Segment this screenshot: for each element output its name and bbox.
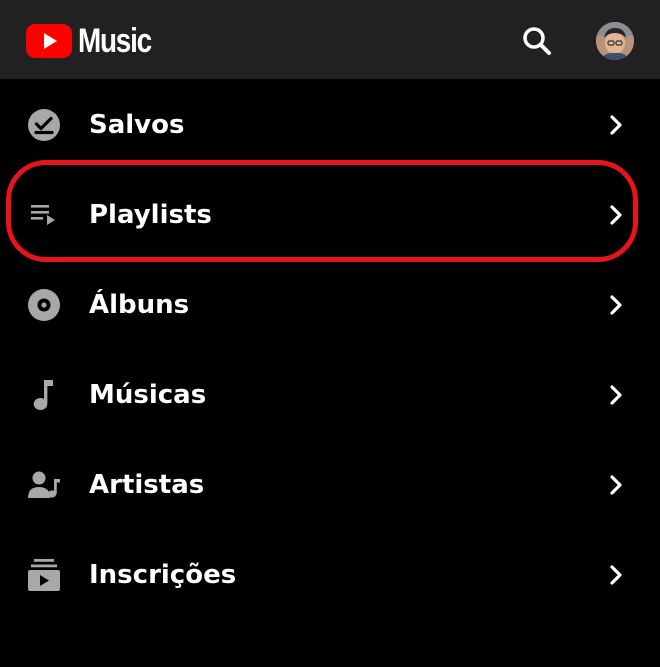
- music-note-icon: [33, 380, 53, 410]
- app-name: Music: [78, 22, 152, 60]
- menu-item-albuns[interactable]: Álbuns: [0, 260, 660, 350]
- chevron-right-icon: [610, 475, 622, 495]
- artist-icon: [28, 471, 60, 498]
- youtube-music-logo[interactable]: Music: [26, 22, 167, 60]
- search-button[interactable]: [518, 22, 558, 62]
- menu-item-playlists[interactable]: Playlists: [0, 170, 660, 260]
- menu-item-inscricoes[interactable]: Inscrições: [0, 530, 660, 620]
- account-avatar[interactable]: [596, 22, 634, 60]
- menu-item-label: Músicas: [89, 380, 207, 410]
- search-icon: [523, 27, 551, 55]
- subscriptions-icon: [28, 559, 60, 591]
- chevron-right-icon: [610, 565, 622, 585]
- album-disc-icon: [28, 289, 60, 321]
- top-app-bar: Music: [0, 0, 660, 79]
- menu-item-label: Salvos: [89, 110, 185, 140]
- menu-item-label: Playlists: [89, 200, 212, 230]
- menu-item-artistas[interactable]: Artistas: [0, 440, 660, 530]
- menu-item-label: Álbuns: [89, 290, 190, 320]
- chevron-right-icon: [610, 295, 622, 315]
- avatar-image: [596, 22, 634, 60]
- playlist-icon: [31, 205, 55, 225]
- menu-item-musicas[interactable]: Músicas: [0, 350, 660, 440]
- menu-item-label: Artistas: [89, 470, 205, 500]
- youtube-play-logo-icon: [26, 24, 72, 58]
- saved-check-icon: [28, 109, 60, 141]
- menu-item-salvos[interactable]: Salvos: [0, 80, 660, 170]
- chevron-right-icon: [610, 115, 622, 135]
- chevron-right-icon: [610, 385, 622, 405]
- menu-item-label: Inscrições: [89, 560, 237, 590]
- library-menu: Salvos Playlists Álbuns Músicas Artistas…: [0, 80, 660, 620]
- chevron-right-icon: [610, 205, 622, 225]
